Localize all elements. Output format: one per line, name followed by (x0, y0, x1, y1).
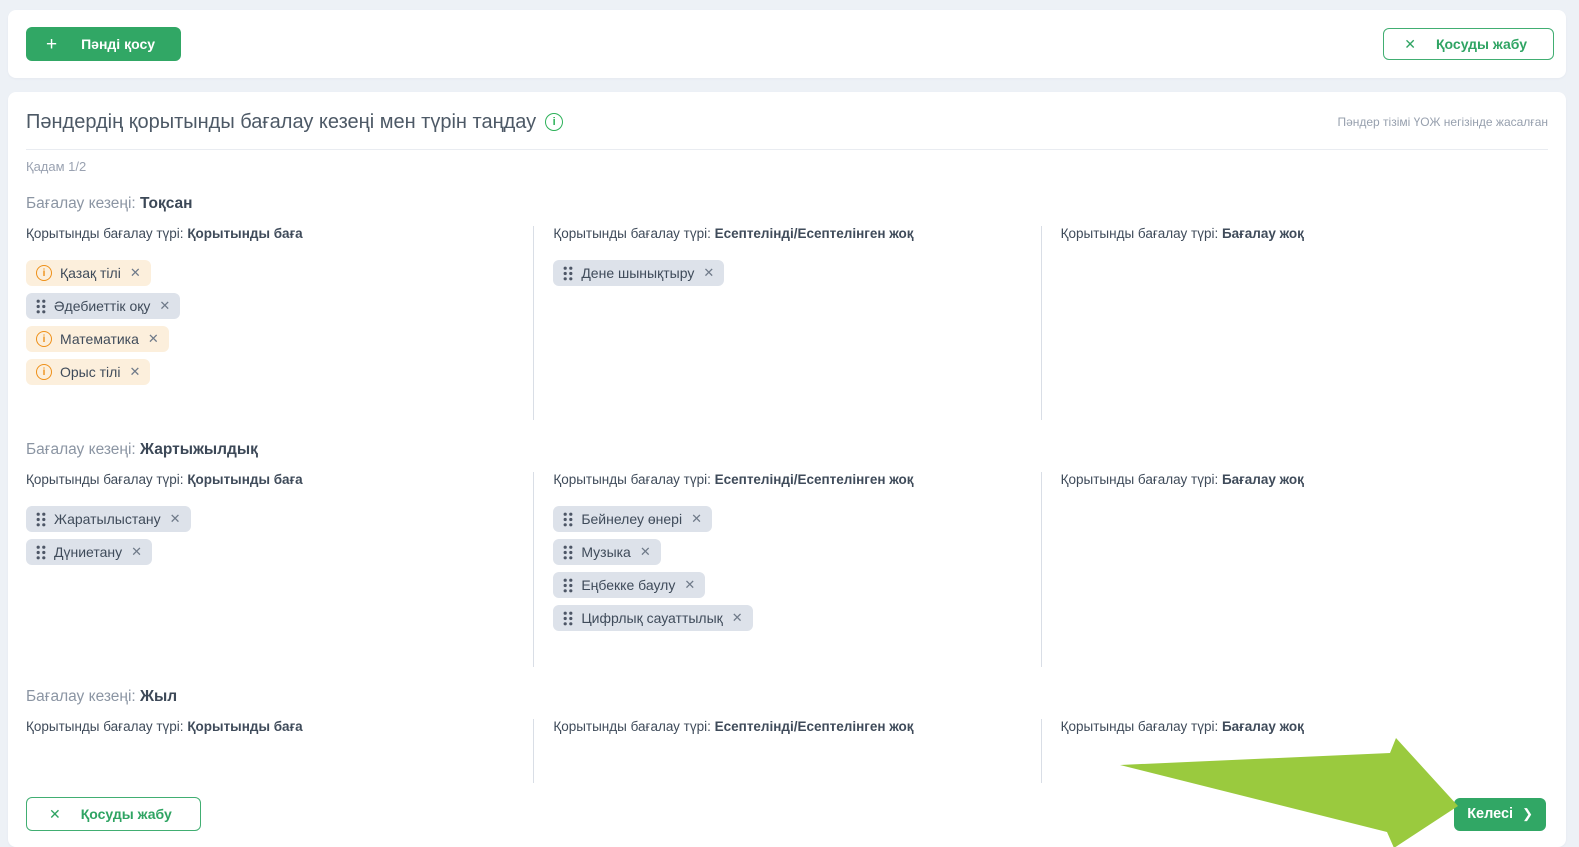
page-title: Пәндердің қорытынды бағалау кезеңі мен т… (26, 110, 564, 134)
column-no-assessment: Қорытынды бағалау түрі: Бағалау жоқ (1040, 719, 1548, 783)
section-toksan: Бағалау кезеңі: Тоқсан Қорытынды бағалау… (26, 195, 1548, 420)
column-counted: Қорытынды бағалау түрі: Есептелінді/Есеп… (533, 719, 1040, 783)
column-header: Қорытынды бағалау түрі: Қорытынды баға (26, 472, 303, 487)
subject-tag[interactable]: Бейнелеу өнері ✕ (553, 506, 712, 532)
column-header: Қорытынды бағалау түрі: Бағалау жоқ (1060, 719, 1304, 734)
remove-tag-icon[interactable]: ✕ (131, 544, 142, 560)
warning-info-icon[interactable]: i (36, 364, 52, 380)
column-final-grade: Қорытынды бағалау түрі: Қорытынды баға (26, 719, 533, 783)
plus-icon: + (46, 33, 58, 55)
column-no-assessment: Қорытынды бағалау түрі: Бағалау жоқ (1040, 472, 1548, 667)
panel-header: Пәндердің қорытынды бағалау кезеңі мен т… (26, 106, 1548, 138)
close-adding-button-top[interactable]: ✕ Қосуды жабу (1383, 28, 1554, 60)
panel-footer: ✕ Қосуды жабу Келесі ❯ (26, 797, 1546, 831)
toolbar: + Пәнді қосу ✕ Қосуды жабу (8, 10, 1566, 78)
remove-tag-icon[interactable]: ✕ (732, 610, 743, 626)
drag-handle-icon[interactable] (563, 578, 573, 593)
period-header: Бағалау кезеңі: Жартыжылдық (26, 441, 1548, 459)
period-value: Жартыжылдық (140, 441, 258, 458)
tag-list: Дене шынықтыру ✕ (553, 260, 1022, 293)
remove-tag-icon[interactable]: ✕ (159, 298, 170, 314)
column-no-assessment: Қорытынды бағалау түрі: Бағалау жоқ (1040, 226, 1548, 420)
tag-list: Бейнелеу өнері ✕ Музыка ✕ Еңбекке баулу … (553, 506, 1022, 638)
remove-tag-icon[interactable]: ✕ (703, 265, 714, 281)
drag-handle-icon[interactable] (36, 512, 46, 527)
drag-handle-icon[interactable] (36, 545, 46, 560)
drag-handle-icon[interactable] (563, 266, 573, 281)
x-icon: ✕ (49, 805, 61, 822)
subject-tag[interactable]: i Орыс тілі ✕ (26, 359, 151, 385)
warning-info-icon[interactable]: i (36, 265, 52, 281)
warning-info-icon[interactable]: i (36, 331, 52, 347)
column-header: Қорытынды бағалау түрі: Есептелінді/Есеп… (553, 226, 914, 241)
next-button[interactable]: Келесі ❯ (1454, 797, 1546, 831)
remove-tag-icon[interactable]: ✕ (129, 364, 140, 380)
drag-handle-icon[interactable] (563, 512, 573, 527)
subject-tag[interactable]: Жаратылыстану ✕ (26, 506, 191, 532)
tag-list: Жаратылыстану ✕ Дүниетану ✕ (26, 506, 515, 572)
period-label: Бағалау кезеңі: (26, 195, 136, 212)
column-counted: Қорытынды бағалау түрі: Есептелінді/Есеп… (533, 472, 1040, 667)
section-zhyl: Бағалау кезеңі: Жыл Қорытынды бағалау тү… (26, 688, 1548, 783)
period-label: Бағалау кезеңі: (26, 441, 136, 458)
add-subject-label: Пәнді қосу (81, 36, 156, 52)
drag-handle-icon[interactable] (563, 545, 573, 560)
info-icon[interactable]: i (545, 113, 564, 131)
subject-tag[interactable]: i Қазақ тілі ✕ (26, 260, 151, 286)
column-header: Қорытынды бағалау түрі: Есептелінді/Есеп… (553, 472, 914, 487)
add-subject-button[interactable]: + Пәнді қосу (26, 27, 182, 61)
section-zhartyzhyldyk: Бағалау кезеңі: Жартыжылдық Қорытынды ба… (26, 441, 1548, 667)
period-value: Тоқсан (140, 195, 193, 212)
period-label: Бағалау кезеңі: (26, 688, 136, 705)
column-final-grade: Қорытынды бағалау түрі: Қорытынды баға Ж… (26, 472, 533, 667)
remove-tag-icon[interactable]: ✕ (170, 511, 181, 527)
subject-tag[interactable]: Дене шынықтыру ✕ (553, 260, 725, 286)
column-header: Қорытынды бағалау түрі: Есептелінді/Есеп… (553, 719, 914, 734)
drag-handle-icon[interactable] (563, 611, 573, 626)
column-header: Қорытынды бағалау түрі: Қорытынды баға (26, 719, 303, 734)
subject-tag[interactable]: Музыка ✕ (553, 539, 661, 565)
page-title-text: Пәндердің қорытынды бағалау кезеңі мен т… (26, 110, 537, 133)
source-note: Пәндер тізімі ҮОЖ негізінде жасалған (1337, 115, 1548, 129)
column-header: Қорытынды бағалау түрі: Бағалау жоқ (1060, 472, 1304, 487)
remove-tag-icon[interactable]: ✕ (130, 265, 141, 281)
column-header: Қорытынды бағалау түрі: Бағалау жоқ (1060, 226, 1304, 241)
step-indicator: Қадам 1/2 (26, 159, 87, 174)
x-icon: ✕ (1404, 35, 1416, 52)
remove-tag-icon[interactable]: ✕ (148, 331, 159, 347)
remove-tag-icon[interactable]: ✕ (691, 511, 702, 527)
subject-tag[interactable]: Цифрлық сауаттылық ✕ (553, 605, 753, 631)
column-counted: Қорытынды бағалау түрі: Есептелінді/Есеп… (533, 226, 1040, 420)
assessment-setup-panel: Пәндердің қорытынды бағалау кезеңі мен т… (8, 92, 1566, 847)
subject-tag[interactable]: Әдебиеттік оқу ✕ (26, 293, 181, 319)
next-label: Келесі (1467, 806, 1514, 822)
subject-tag[interactable]: Еңбекке баулу ✕ (553, 572, 706, 598)
column-header: Қорытынды бағалау түрі: Қорытынды баға (26, 226, 303, 241)
header-divider (26, 149, 1548, 150)
column-final-grade: Қорытынды бағалау түрі: Қорытынды баға i… (26, 226, 533, 420)
period-value: Жыл (140, 688, 178, 705)
close-adding-label: Қосуды жабу (80, 806, 172, 822)
chevron-right-icon: ❯ (1522, 806, 1533, 821)
close-adding-button-bottom[interactable]: ✕ Қосуды жабу (26, 797, 201, 831)
remove-tag-icon[interactable]: ✕ (640, 544, 651, 560)
tag-list: i Қазақ тілі ✕ Әдебиеттік оқу ✕ i Матема… (26, 260, 515, 392)
remove-tag-icon[interactable]: ✕ (684, 577, 695, 593)
subject-tag[interactable]: i Математика ✕ (26, 326, 169, 352)
close-adding-label: Қосуды жабу (1436, 36, 1527, 52)
subject-tag[interactable]: Дүниетану ✕ (26, 539, 153, 565)
period-header: Бағалау кезеңі: Жыл (26, 688, 1548, 706)
period-header: Бағалау кезеңі: Тоқсан (26, 195, 1548, 213)
drag-handle-icon[interactable] (36, 299, 46, 314)
